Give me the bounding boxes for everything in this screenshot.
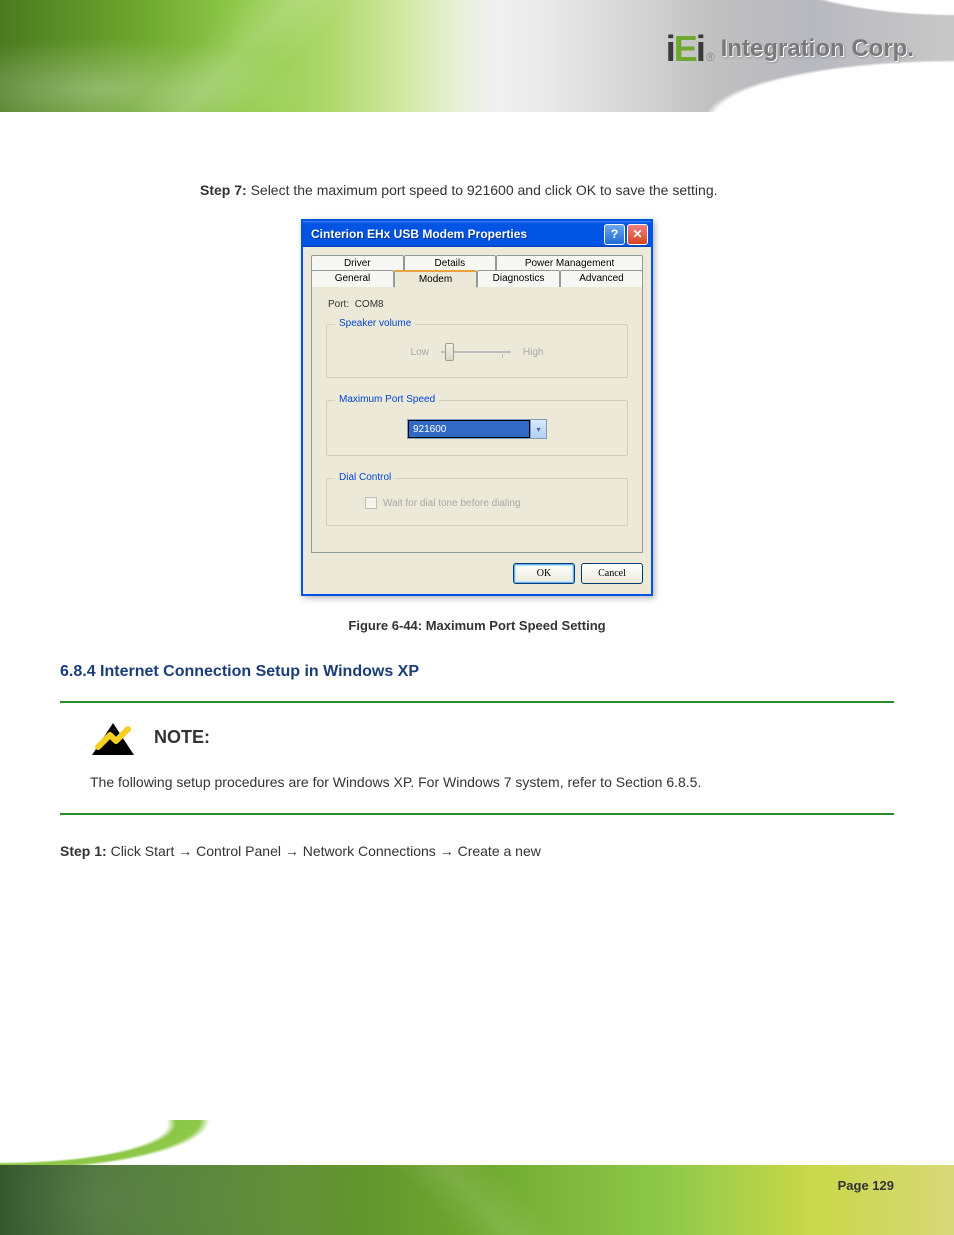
dial-control-group: Dial Control Wait for dial tone before d… [326, 478, 628, 526]
wait-dial-tone-checkbox[interactable] [365, 497, 377, 509]
cancel-button[interactable]: Cancel [581, 563, 643, 584]
ok-button[interactable]: OK [513, 563, 575, 584]
tab-details[interactable]: Details [404, 255, 497, 271]
dial-control-title: Dial Control [335, 472, 395, 483]
dialog-footer: OK Cancel [311, 553, 643, 584]
logo-text: Integration Corp. [721, 35, 914, 63]
page-content: Step 7: Select the maximum port speed to… [0, 180, 954, 871]
wait-dial-tone-label: Wait for dial tone before dialing [383, 498, 521, 509]
tab-driver[interactable]: Driver [311, 255, 404, 271]
tab-modem[interactable]: Modem [394, 270, 477, 288]
figure-caption: Figure 6-44: Maximum Port Speed Setting [60, 618, 894, 633]
help-button[interactable]: ? [604, 224, 625, 245]
note-icon [90, 721, 136, 757]
tab-diagnostics[interactable]: Diagnostics [477, 270, 560, 287]
footer-band [0, 1165, 954, 1235]
max-port-speed-value: 921600 [408, 420, 530, 438]
modem-properties-dialog: Cinterion EHx USB Modem Properties ? ✕ D… [301, 219, 653, 596]
footer [0, 1120, 954, 1235]
logo-mark: iEi® [666, 28, 713, 70]
dialog-title: Cinterion EHx USB Modem Properties [311, 227, 602, 241]
dialog-body: Driver Details Power Management General … [303, 247, 651, 594]
speaker-volume-group: Speaker volume Low High [326, 324, 628, 378]
page-number: Page 129 [838, 1178, 894, 1193]
tab-general[interactable]: General [311, 270, 394, 287]
port-line: Port: COM8 [322, 299, 632, 310]
section-heading: 6.8.4 Internet Connection Setup in Windo… [60, 663, 894, 681]
dialog-titlebar: Cinterion EHx USB Modem Properties ? ✕ [303, 221, 651, 247]
max-port-speed-select[interactable]: 921600 ▾ [407, 419, 547, 439]
company-logo: iEi® Integration Corp. [666, 28, 914, 70]
chevron-down-icon[interactable]: ▾ [530, 420, 546, 438]
tab-panel-modem: Port: COM8 Speaker volume Low High [311, 286, 643, 553]
note-label: NOTE: [154, 721, 210, 748]
speaker-volume-title: Speaker volume [335, 318, 415, 329]
max-port-speed-group: Maximum Port Speed 921600 ▾ [326, 400, 628, 456]
tab-power-management[interactable]: Power Management [496, 255, 643, 271]
step-7: Step 7: Select the maximum port speed to… [200, 180, 894, 201]
speaker-low-label: Low [411, 347, 429, 358]
tab-advanced[interactable]: Advanced [560, 270, 643, 287]
port-value: COM8 [355, 299, 384, 310]
max-port-speed-title: Maximum Port Speed [335, 394, 439, 405]
speaker-volume-slider[interactable] [441, 343, 511, 361]
tab-container: Driver Details Power Management General … [311, 255, 643, 553]
close-button[interactable]: ✕ [627, 224, 648, 245]
note-text: The following setup procedures are for W… [90, 771, 864, 793]
speaker-high-label: High [523, 347, 544, 358]
step-1: Step 1: Click Start → Control Panel → Ne… [60, 843, 894, 859]
note-box: NOTE: The following setup procedures are… [60, 701, 894, 815]
